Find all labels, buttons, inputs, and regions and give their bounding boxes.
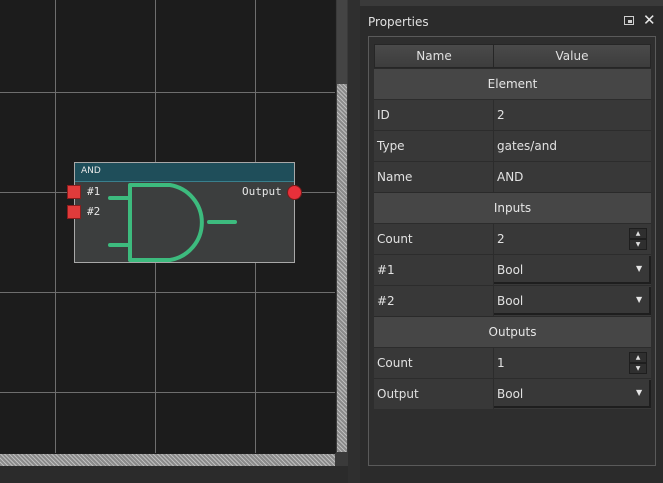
input-port-1[interactable]: [67, 185, 81, 199]
properties-frame: Name Value Element ID 2 Type gates/and N…: [368, 36, 656, 466]
vertical-scrollbar[interactable]: [335, 0, 349, 453]
properties-panel: Properties ✕ Name Value Element ID 2 Typ…: [360, 0, 663, 483]
input-port-1-label: #1: [87, 185, 101, 198]
output-count-stepper[interactable]: ▲ ▼: [629, 352, 649, 375]
column-header-name[interactable]: Name: [374, 44, 494, 68]
output-count-field[interactable]: 1: [497, 348, 505, 378]
column-divider: [493, 131, 494, 161]
prop-name: Count: [377, 232, 413, 246]
section-element[interactable]: Element: [374, 68, 651, 99]
panel-top-bar: [360, 0, 663, 6]
table-row[interactable]: #2 Bool ▼: [374, 285, 651, 316]
dropdown-arrow-icon[interactable]: ▼: [636, 295, 642, 304]
prop-value: Bool: [497, 263, 524, 277]
prop-name: #2: [377, 294, 395, 308]
table-row[interactable]: Count 1 ▲ ▼: [374, 347, 651, 378]
panel-splitter[interactable]: [348, 0, 360, 483]
section-inputs[interactable]: Inputs: [374, 192, 651, 223]
output-port-label: Output: [242, 185, 282, 198]
prop-value: Bool: [497, 387, 524, 401]
name-field[interactable]: AND: [497, 162, 523, 192]
prop-name: #1: [377, 263, 395, 277]
and-gate-icon: [108, 183, 237, 262]
spin-up-icon[interactable]: ▲: [629, 352, 647, 363]
properties-table: Name Value Element ID 2 Type gates/and N…: [374, 44, 651, 409]
float-panel-icon[interactable]: [624, 16, 634, 25]
prop-name: Name: [377, 170, 413, 184]
table-row[interactable]: Name AND: [374, 161, 651, 192]
prop-name: Output: [377, 387, 419, 401]
graph-canvas[interactable]: AND #1 #2 Output: [0, 0, 335, 453]
table-row[interactable]: #1 Bool ▼: [374, 254, 651, 285]
input-count-field[interactable]: 2: [497, 224, 505, 254]
spin-up-icon[interactable]: ▲: [629, 228, 647, 239]
prop-value: 2: [497, 108, 505, 122]
spin-down-icon[interactable]: ▼: [629, 363, 647, 374]
scrollbar-corner: [335, 453, 348, 466]
prop-value: gates/and: [497, 139, 557, 153]
horizontal-scrollbar[interactable]: [0, 453, 348, 467]
dropdown-arrow-icon[interactable]: ▼: [636, 388, 642, 397]
column-divider: [493, 224, 494, 254]
properties-title: Properties: [368, 15, 429, 29]
table-row[interactable]: ID 2: [374, 99, 651, 130]
dropdown-arrow-icon[interactable]: ▼: [636, 264, 642, 273]
section-outputs[interactable]: Outputs: [374, 316, 651, 347]
column-divider: [493, 162, 494, 192]
column-divider: [493, 348, 494, 378]
table-row[interactable]: Type gates/and: [374, 130, 651, 161]
input-port-2[interactable]: [67, 205, 81, 219]
table-header: Name Value: [374, 44, 651, 68]
prop-value: Bool: [497, 294, 524, 308]
table-row[interactable]: Count 2 ▲ ▼: [374, 223, 651, 254]
prop-name: ID: [377, 108, 390, 122]
output-port[interactable]: [287, 185, 302, 200]
close-icon[interactable]: ✕: [643, 11, 656, 29]
vertical-scrollbar-handle[interactable]: [337, 84, 347, 452]
column-header-value[interactable]: Value: [493, 44, 651, 68]
input-count-stepper[interactable]: ▲ ▼: [629, 228, 649, 251]
prop-name: Count: [377, 356, 413, 370]
table-row[interactable]: Output Bool ▼: [374, 378, 651, 409]
column-divider: [493, 100, 494, 130]
spin-down-icon[interactable]: ▼: [629, 239, 647, 250]
vertical-scrollbar-track[interactable]: [337, 0, 347, 84]
input-port-2-label: #2: [87, 205, 101, 218]
prop-name: Type: [377, 139, 405, 153]
